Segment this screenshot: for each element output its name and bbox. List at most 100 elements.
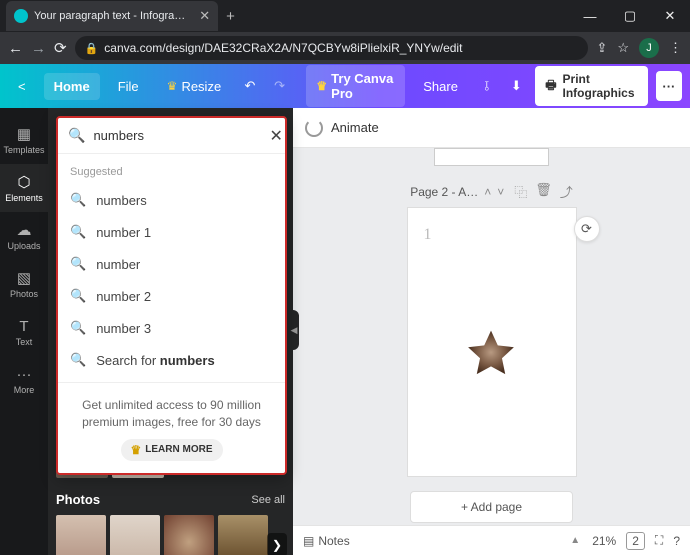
minimize-button[interactable]: —	[570, 0, 610, 32]
reload-button[interactable]: ⟳	[54, 39, 67, 57]
uploads-icon: ☁	[15, 221, 33, 239]
sidebar-item-more[interactable]: ···More	[0, 356, 48, 404]
share-icon[interactable]: ⇪	[596, 40, 607, 56]
search-icon: 🔍	[70, 288, 86, 304]
learn-more-label: LEARN MORE	[145, 443, 212, 457]
menu-icon[interactable]: ⋮	[669, 40, 682, 56]
resize-label: Resize	[181, 79, 221, 94]
prev-page-sliver[interactable]	[434, 148, 549, 166]
notes-button[interactable]: ▤Notes	[303, 534, 350, 548]
sidebar-item-uploads[interactable]: ☁ Uploads	[0, 212, 48, 260]
chevron-up-icon[interactable]: ˄	[484, 185, 491, 199]
star-element[interactable]	[463, 326, 519, 382]
sidebar-label: More	[14, 385, 35, 395]
close-icon[interactable]: ✕	[199, 8, 210, 24]
zoom-value: 21%	[592, 534, 616, 548]
learn-more-button[interactable]: ♛LEARN MORE	[121, 439, 223, 462]
print-label: Print Infographics	[563, 72, 638, 100]
photo-thumb[interactable]	[56, 515, 106, 555]
suggestion-item[interactable]: 🔍number 1	[58, 216, 285, 248]
delete-page-icon[interactable]: 🗑	[535, 182, 552, 201]
sidebar-item-photos[interactable]: ▧ Photos	[0, 260, 48, 308]
browser-tab[interactable]: Your paragraph text - Infogra… ✕	[6, 1, 218, 31]
back-to-home-arrow[interactable]: <	[8, 73, 36, 100]
resize-button[interactable]: ♛Resize	[157, 73, 232, 100]
sidebar-item-templates[interactable]: ▦Templates	[0, 116, 48, 164]
suggestion-item[interactable]: 🔍numbers	[58, 184, 285, 216]
search-icon: 🔍	[70, 256, 86, 272]
home-button[interactable]: Home	[44, 73, 100, 100]
close-window-button[interactable]: ✕	[650, 0, 690, 32]
browser-toolbar: ← → ⟳ 🔒 canva.com/design/DAE32CRaX2A/N7Q…	[0, 32, 690, 64]
zoom-display[interactable]: 21%	[592, 534, 616, 548]
chevron-down-icon[interactable]: ˅	[497, 185, 504, 199]
clear-search-button[interactable]: ✕	[269, 126, 282, 146]
suggestion-item[interactable]: 🔍 number 3	[58, 312, 285, 344]
sidebar-item-text[interactable]: TText	[0, 308, 48, 356]
page-label[interactable]: Page 2 - A…	[410, 185, 478, 199]
page-indicator[interactable]: 2	[626, 532, 645, 550]
page-up-icon[interactable]: ▲	[570, 535, 580, 546]
maximize-button[interactable]: ▢	[610, 0, 650, 32]
fullscreen-icon[interactable]: ⛶	[655, 533, 663, 548]
redo-button[interactable]: ↷	[269, 72, 291, 100]
photo-thumb[interactable]	[218, 515, 268, 555]
address-bar[interactable]: 🔒 canva.com/design/DAE32CRaX2A/N7QCBYw8i…	[75, 36, 589, 60]
url-text: canva.com/design/DAE32CRaX2A/N7QCBYw8iPl…	[104, 41, 462, 55]
add-page-button[interactable]: + Add page	[410, 491, 573, 523]
back-button[interactable]: ←	[8, 40, 23, 57]
suggestions-header: Suggested	[58, 160, 285, 184]
photos-header: Photos	[56, 492, 100, 507]
search-for-item[interactable]: 🔍Search for numbers	[58, 344, 285, 376]
help-icon[interactable]: ?	[673, 534, 680, 548]
profile-avatar[interactable]: J	[639, 38, 659, 58]
collapse-panel-button[interactable]: ◀	[289, 310, 299, 350]
photos-icon: ▧	[15, 269, 33, 287]
tab-title: Your paragraph text - Infogra…	[34, 10, 185, 22]
page-number: 1	[424, 226, 432, 244]
new-tab-button[interactable]: +	[226, 8, 235, 25]
promo-text: Get unlimited access to 90 million premi…	[74, 397, 269, 431]
lock-icon: 🔒	[85, 42, 99, 55]
suggestion-item[interactable]: 🔍number	[58, 248, 285, 280]
search-dropdown: 🔍 ✕ Suggested 🔍numbers 🔍number 1 🔍number…	[56, 116, 287, 475]
print-icon: 🖶	[545, 76, 556, 97]
photo-thumb[interactable]	[110, 515, 160, 555]
more-button[interactable]: ···	[656, 71, 682, 101]
undo-button[interactable]: ↶	[239, 72, 261, 100]
suggestion-text: number 2	[96, 289, 151, 304]
duplicate-page-icon[interactable]: ⿻	[514, 182, 527, 201]
animate-button[interactable]: Animate	[331, 120, 379, 135]
next-photos-button[interactable]: ❯	[267, 533, 287, 555]
search-icon: 🔍	[70, 320, 86, 336]
suggestion-text: number 3	[96, 321, 151, 336]
window-controls: — ▢ ✕	[570, 0, 690, 32]
canvas-area: Animate Page 2 - A… ˄ ˅ ⿻ 🗑 ⤴ ⟳ 1	[293, 108, 690, 555]
share-button[interactable]: Share	[413, 73, 468, 100]
sidebar-label: Photos	[10, 289, 38, 299]
see-all-link[interactable]: See all	[251, 494, 285, 506]
crown-icon: ♛	[316, 79, 327, 93]
sidebar-label: Templates	[3, 145, 44, 155]
search-icon: 🔍	[70, 192, 86, 208]
file-menu[interactable]: File	[108, 73, 149, 100]
promo-box: Get unlimited access to 90 million premi…	[58, 382, 285, 473]
try-pro-button[interactable]: ♛ Try Canva Pro	[306, 65, 405, 107]
sidebar-item-elements[interactable]: ⬡Elements	[0, 164, 48, 212]
context-toolbar: Animate	[293, 108, 690, 148]
forward-button[interactable]: →	[31, 40, 46, 57]
window-titlebar: Your paragraph text - Infogra… ✕ + — ▢ ✕	[0, 0, 690, 32]
suggestion-item[interactable]: 🔍 number 2	[58, 280, 285, 312]
photo-thumb[interactable]	[164, 515, 214, 555]
download-icon[interactable]: ⬇	[506, 72, 528, 100]
insights-icon[interactable]: ⫱	[476, 72, 498, 100]
design-page[interactable]: ⟳ 1	[407, 207, 577, 477]
export-page-icon[interactable]: ⤴	[560, 182, 573, 201]
try-pro-label: Try Canva Pro	[331, 71, 395, 101]
search-input[interactable]	[93, 128, 269, 143]
sidebar-label: Uploads	[7, 241, 40, 251]
bottom-bar: ▤Notes ▲ 21% 2 ⛶ ?	[293, 525, 690, 555]
print-button[interactable]: 🖶 Print Infographics	[535, 66, 648, 106]
star-icon[interactable]: ☆	[617, 40, 629, 56]
refresh-button[interactable]: ⟳	[574, 216, 600, 242]
